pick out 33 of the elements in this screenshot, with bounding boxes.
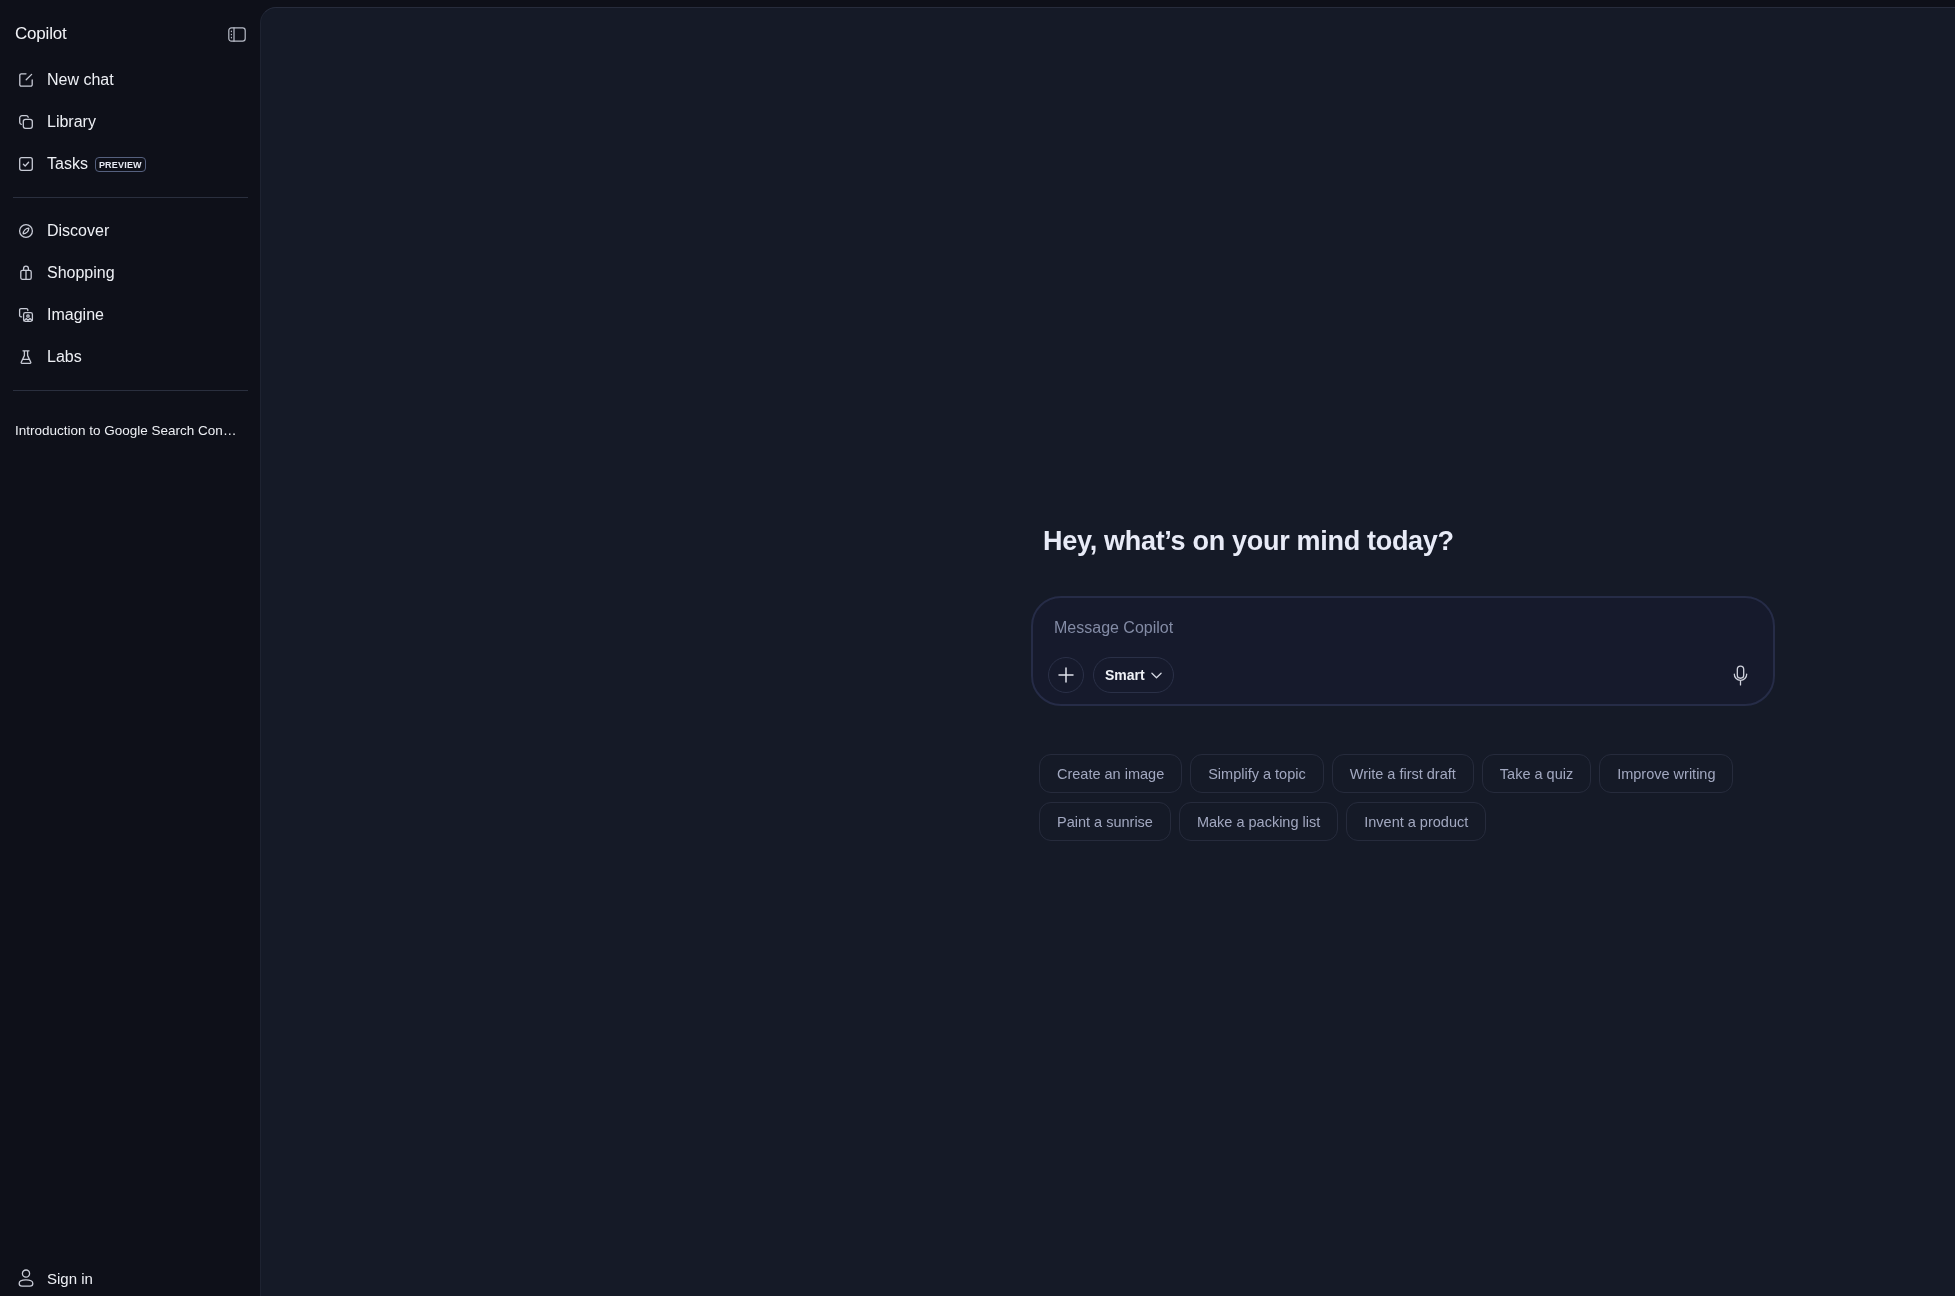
suggestion-chip[interactable]: Write a first draft [1331,754,1474,793]
suggestion-chip[interactable]: Invent a product [1346,802,1487,841]
sidebar-toggle-icon[interactable] [228,26,246,42]
nav-item[interactable]: Discover [13,210,248,252]
chevron-down-icon [1150,671,1162,679]
nav-item[interactable]: Tasks PREVIEW [13,143,248,185]
nav-item[interactable]: Library [13,101,248,143]
chat-history-item[interactable]: Introduction to Google Search Con… [13,409,248,451]
person-icon [18,1269,34,1287]
plus-icon [1058,667,1074,683]
microphone-icon[interactable] [1733,664,1748,686]
app-title: Copilot [15,24,67,44]
nav-item[interactable]: Shopping [13,252,248,294]
suggestion-chip[interactable]: Create an image [1039,754,1183,793]
suggestion-chip[interactable]: Take a quiz [1481,754,1592,793]
stacked-squares-icon [18,114,34,130]
images-icon [18,307,34,323]
preview-badge: PREVIEW [94,156,146,172]
compass-icon [18,223,34,239]
sign-in-button[interactable]: Sign in [13,1260,98,1296]
nav-item[interactable]: New chat [13,59,248,101]
suggestion-chip[interactable]: Paint a sunrise [1039,802,1171,841]
nav-item[interactable]: Imagine [13,294,248,336]
greeting-heading: Hey, what’s on your mind today? [1043,525,1455,558]
bag-icon [18,265,34,281]
flask-icon [18,349,34,365]
message-input[interactable]: Message Copilot [1048,610,1354,646]
suggestion-chip[interactable]: Simplify a topic [1190,754,1324,793]
nav-item[interactable]: Labs [13,336,248,378]
checkbox-icon [18,156,34,172]
suggestion-chip[interactable]: Make a packing list [1178,802,1339,841]
compose-icon [18,72,34,88]
suggestion-chip[interactable]: Improve writing [1599,754,1734,793]
